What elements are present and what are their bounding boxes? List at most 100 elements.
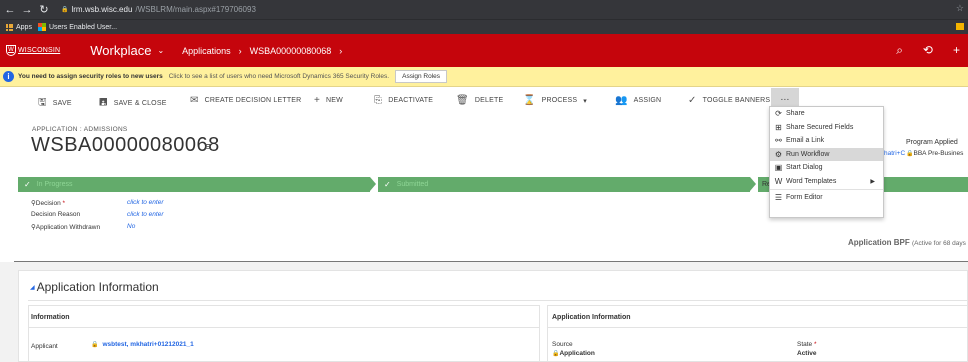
- bookmark-users-enabled[interactable]: Users Enabled User...: [37, 23, 118, 31]
- bpf-active-duration: (Active for 68 days: [912, 240, 966, 247]
- save-close-label: SAVE & CLOSE: [113, 100, 167, 107]
- process-button[interactable]: ⌛ PROCESS ▾: [523, 95, 587, 106]
- chevron-right-icon: ▶: [870, 178, 875, 185]
- deactivate-label: DEACTIVATE: [388, 97, 434, 104]
- state-value[interactable]: Active: [797, 350, 817, 357]
- program-applied-text: BBA Pre-Busines: [913, 150, 964, 157]
- program-applied-value: 🔒BBA Pre-Busines: [906, 150, 963, 157]
- more-commands-menu: ⟳ Share ⊞ Share Secured Fields ⚯ Email a Li…: [769, 106, 884, 218]
- notification-detail-link[interactable]: Click to see a list of users who need Mi…: [169, 73, 389, 80]
- entity-name: APPLICATION : ADMISSIONS: [32, 126, 128, 133]
- record-title: WSBA00000080068: [31, 134, 220, 156]
- program-applied-label: Program Applied: [906, 139, 958, 146]
- lock-icon: 🔒: [91, 342, 99, 348]
- menu-label: Run Workflow: [786, 150, 830, 158]
- collapse-triangle-icon: ◢: [30, 284, 35, 291]
- applicant-link[interactable]: wsbtest, mkhatri+01212021_1: [102, 341, 193, 348]
- breadcrumb-applications[interactable]: Applications: [182, 46, 231, 56]
- menu-item-share[interactable]: ⟳ Share: [770, 107, 883, 121]
- create-decision-letter-button[interactable]: ✉ CREATE DECISION LETTER: [190, 95, 301, 106]
- delete-label: DELETE: [474, 97, 504, 104]
- process-stage-submitted[interactable]: ✓ Submitted: [378, 177, 750, 192]
- address-bar[interactable]: 🔒 lrm.wsb.wisc.edu/WSBLRM/main.aspx#1797…: [61, 5, 256, 14]
- menu-label: Email a Link: [786, 137, 825, 145]
- delete-button[interactable]: 🗑 DELETE: [456, 95, 503, 106]
- process-label: PROCESS: [541, 97, 578, 104]
- plus-icon: +: [314, 95, 321, 106]
- bookmark-label: Users Enabled User...: [48, 23, 118, 31]
- stage-arrow: [750, 177, 756, 191]
- source-label: Source: [552, 341, 573, 348]
- menu-item-run-workflow[interactable]: ⚙ Run Workflow: [770, 147, 883, 161]
- crest-icon: W: [6, 45, 16, 56]
- share-icon: ⟳: [775, 109, 782, 119]
- applicant-label: Applicant: [31, 343, 58, 350]
- section-title-text: Application Information: [36, 280, 159, 294]
- application-withdrawn-field: ⚲Application Withdrawn No: [31, 223, 135, 231]
- assign-label: ASSIGN: [633, 97, 662, 104]
- process-stage-in-progress[interactable]: ✓ In Progress: [18, 177, 370, 192]
- required-marker: *: [814, 341, 817, 348]
- assign-button[interactable]: 👥 ASSIGN: [615, 95, 661, 106]
- workplace-label: Workplace: [90, 43, 152, 58]
- word-icon: W: [774, 176, 783, 186]
- workplace-menu[interactable]: Workplace ⌄: [90, 43, 164, 58]
- menu-item-form-editor[interactable]: ☰ Form Editor: [770, 191, 883, 205]
- save-button[interactable]: 🖫 SAVE: [38, 95, 72, 112]
- section-title[interactable]: ◢ Application Information: [30, 280, 159, 294]
- bookmark-apps[interactable]: Apps: [6, 23, 32, 31]
- deactivate-icon: ⎘: [374, 95, 383, 106]
- users-icon: 👥: [615, 95, 628, 106]
- save-close-button[interactable]: 🖪 SAVE & CLOSE: [99, 95, 167, 112]
- assign-roles-button[interactable]: Assign Roles: [395, 70, 448, 83]
- back-icon[interactable]: ←: [3, 4, 17, 16]
- nav-right-icons: ⌕ ⟲ +: [896, 43, 960, 58]
- stage-arrow: [370, 177, 376, 191]
- section-divider: [28, 300, 968, 301]
- decision-reason-input[interactable]: click to enter: [127, 211, 164, 218]
- trash-icon: 🗑: [456, 95, 469, 106]
- workflow-icon: ⚙: [774, 149, 783, 159]
- toggle-banners-button[interactable]: ✓ TOGGLE BANNERS: [688, 95, 770, 106]
- new-label: NEW: [326, 97, 343, 104]
- panel-divider: [547, 327, 968, 328]
- logo-text: WISCONSIN: [18, 47, 61, 54]
- menu-item-share-secured-fields[interactable]: ⊞ Share Secured Fields: [770, 121, 883, 135]
- menu-item-start-dialog[interactable]: ▣ Start Dialog: [770, 161, 883, 175]
- information-panel: [28, 305, 540, 362]
- breadcrumb-record[interactable]: WSBA00000080068: [250, 46, 332, 56]
- decision-field: ⚲Decision * click to enter: [31, 199, 164, 207]
- owner-link[interactable]: hatri+C: [884, 150, 905, 157]
- decision-input[interactable]: click to enter: [127, 199, 164, 207]
- reload-icon[interactable]: ↻: [37, 3, 51, 16]
- field-label: ⚲Application Withdrawn: [31, 223, 127, 231]
- save-icon: 🖫: [38, 97, 47, 108]
- new-button[interactable]: + NEW: [314, 95, 343, 106]
- menu-item-email-link[interactable]: ⚯ Email a Link: [770, 134, 883, 148]
- form-editor-icon: ☰: [774, 193, 783, 203]
- bookmark-star-icon[interactable]: ☆: [956, 3, 964, 14]
- application-withdrawn-input[interactable]: No: [127, 223, 135, 231]
- breadcrumb: Applications › WSBA00000080068 ›: [182, 46, 342, 56]
- bpf-name: Application BPF: [848, 238, 910, 247]
- state-label-text: State: [797, 341, 813, 348]
- menu-label: Start Dialog: [786, 164, 823, 172]
- deactivate-button[interactable]: ⎘ DEACTIVATE: [374, 95, 433, 106]
- folder-icon[interactable]: [956, 23, 964, 30]
- link-icon: ⚯: [775, 136, 782, 146]
- microsoft-logo-icon: [37, 23, 46, 31]
- forward-icon[interactable]: →: [20, 4, 34, 16]
- search-icon[interactable]: ⌕: [896, 43, 903, 58]
- applicant-value[interactable]: 🔒 wsbtest, mkhatri+01212021_1: [91, 341, 194, 348]
- wisconsin-logo[interactable]: W WISCONSIN: [6, 45, 60, 56]
- recent-history-icon[interactable]: ⟲: [923, 43, 933, 58]
- menu-item-word-templates[interactable]: W Word Templates ▶: [770, 175, 883, 189]
- lock-icon: 🔒: [61, 7, 69, 13]
- more-commands-button[interactable]: ...: [771, 88, 799, 107]
- source-text: Application: [559, 350, 595, 357]
- form-selector-icon[interactable]: ≡: [205, 141, 211, 153]
- menu-label: Form Editor: [786, 194, 823, 202]
- plus-icon[interactable]: +: [953, 43, 960, 58]
- url-host: lrm.wsb.wisc.edu: [71, 5, 133, 14]
- checkmark-icon: ✓: [24, 180, 31, 189]
